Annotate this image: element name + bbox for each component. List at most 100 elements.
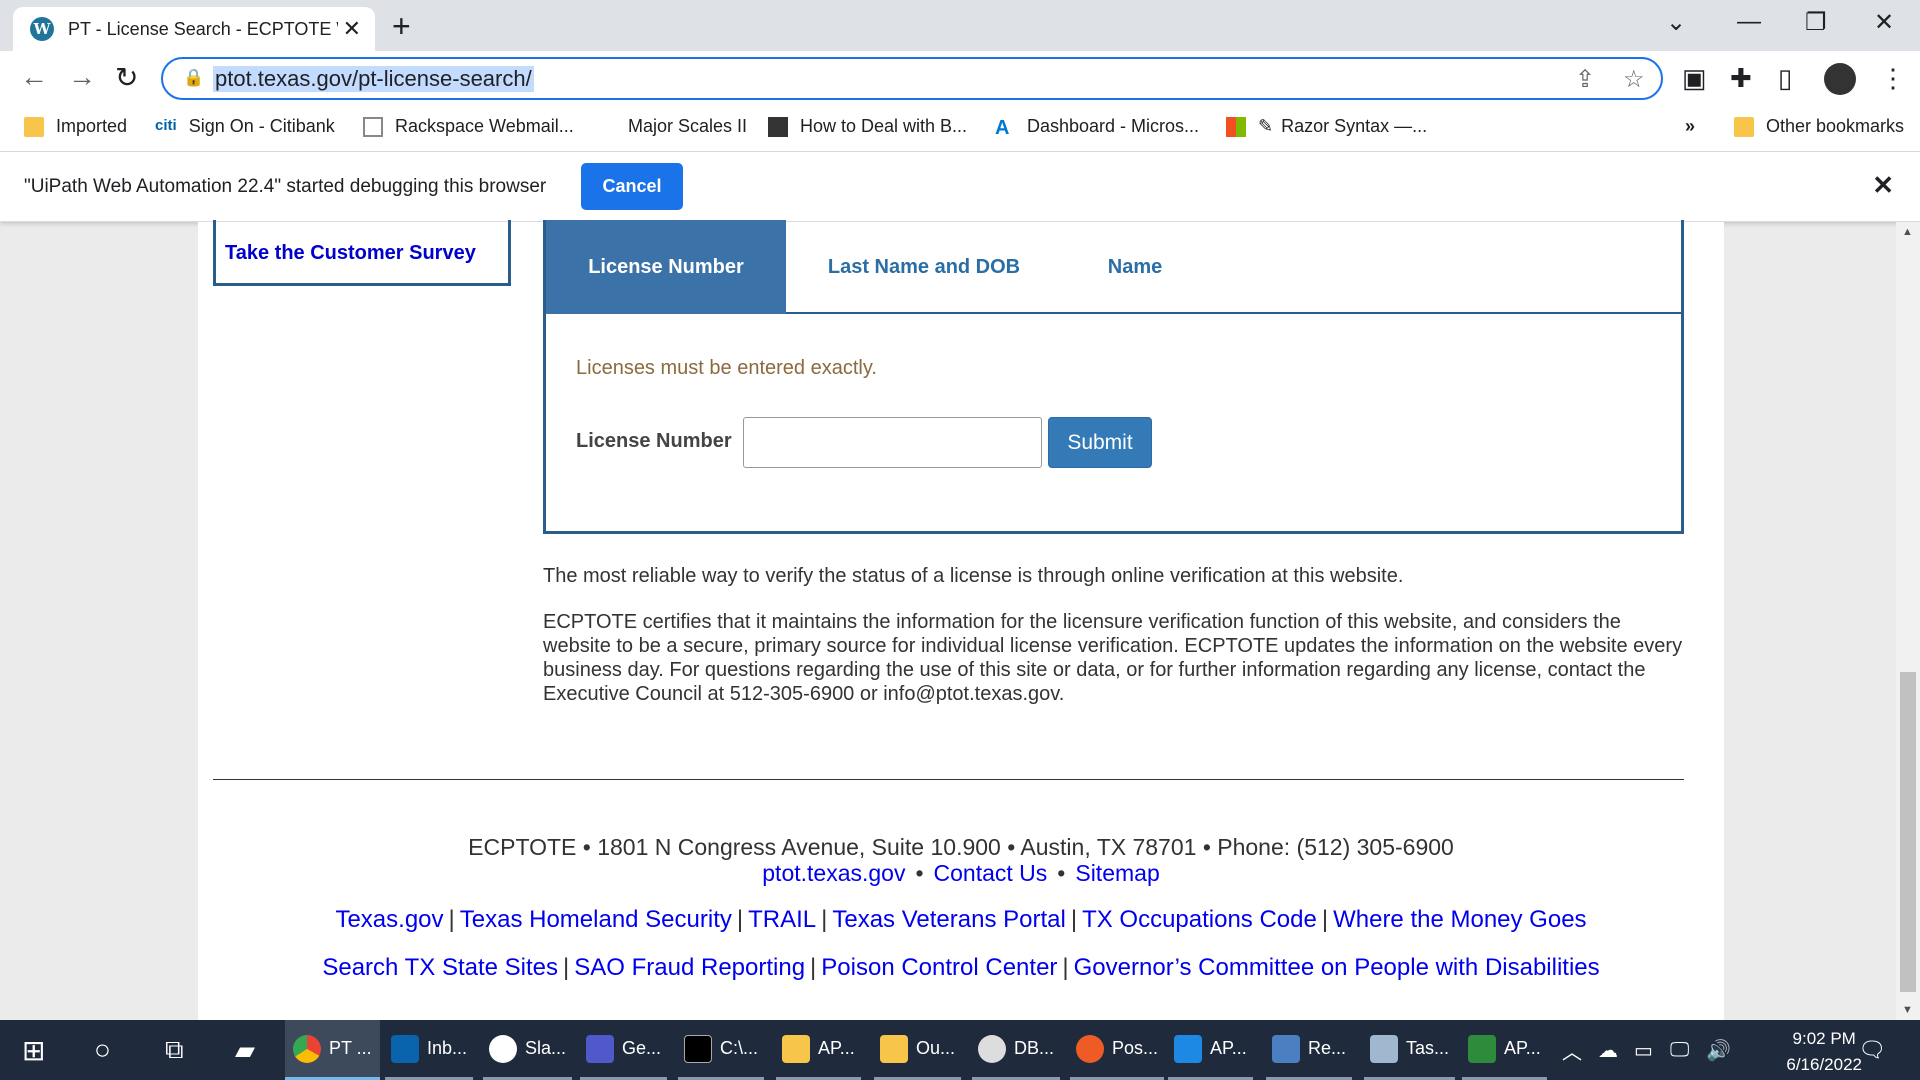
onedrive-icon[interactable]: ☁ (1598, 1020, 1618, 1080)
taskbar-item-db[interactable]: DB... (972, 1020, 1061, 1080)
taskbar-label: Inb... (427, 1038, 468, 1058)
bookmark-major-scales[interactable]: Major Scales II (628, 116, 747, 137)
taskbar-item-remote[interactable]: Re... (1266, 1020, 1353, 1080)
license-number-input[interactable] (743, 417, 1042, 468)
restore-button[interactable]: ❐ (1805, 8, 1827, 37)
submit-button[interactable]: Submit (1048, 417, 1152, 468)
scroll-thumb[interactable] (1900, 672, 1916, 992)
footer-link[interactable]: TX Occupations Code (1082, 906, 1317, 933)
lock-icon[interactable]: 🔒 (183, 68, 204, 88)
close-icon[interactable]: ✕ (1872, 170, 1894, 201)
browser-tab[interactable]: W PT - License Search - ECPTOTE W ✕ (13, 7, 375, 51)
system-clock[interactable]: 9:02 PM 6/16/2022 (1786, 1026, 1862, 1078)
side-panel-icon[interactable]: ▯ (1778, 63, 1792, 94)
outlook-icon (391, 1034, 419, 1063)
extension-icon[interactable]: ▣ (1682, 63, 1707, 94)
chrome-icon (293, 1034, 321, 1063)
profile-avatar[interactable] (1824, 63, 1856, 95)
clock-time: 9:02 PM (1792, 1029, 1856, 1048)
address-bar[interactable]: 🔒 ptot.texas.gov/pt-license-search/ ⇪ ☆ (161, 57, 1663, 100)
bookmark-dashboard[interactable]: A Dashboard - Micros... (995, 116, 1199, 139)
taskbar-item-cmd[interactable]: C:\... (678, 1020, 765, 1080)
bookmark-razor-syntax[interactable]: ✎ Razor Syntax —... (1226, 116, 1427, 137)
microsoft-icon (1226, 116, 1246, 137)
close-window-button[interactable]: ✕ (1874, 8, 1894, 37)
taskbar-item-task-manager[interactable]: Tas... (1364, 1020, 1456, 1080)
desktop-app-icon[interactable]: ▰ (235, 1020, 255, 1080)
bookmark-label: Major Scales II (628, 116, 748, 136)
volume-icon[interactable]: 🔊 (1706, 1020, 1731, 1080)
footer-link[interactable]: Where the Money Goes (1333, 906, 1586, 933)
studio-icon (1174, 1034, 1202, 1063)
notifications-icon[interactable]: 🗨 (1858, 1020, 1886, 1080)
footer-link-ptot[interactable]: ptot.texas.gov (762, 860, 905, 886)
taskbar-label: AP... (1504, 1038, 1541, 1058)
taskbar-item-assistant[interactable]: AP... (1462, 1020, 1547, 1080)
taskbar-item-chrome[interactable]: PT ... (285, 1020, 380, 1080)
scroll-up-arrow-icon[interactable]: ▲ (1902, 226, 1913, 238)
bookmark-other[interactable]: Other bookmarks (1734, 116, 1904, 137)
task-view-icon[interactable]: ⧉ (165, 1020, 184, 1080)
taskbar-item-teams[interactable]: Ge... (580, 1020, 668, 1080)
taskbar-label: Pos... (1112, 1038, 1159, 1058)
taskbar-item-folder-ou[interactable]: Ou... (874, 1020, 962, 1080)
task-manager-icon (1370, 1034, 1398, 1063)
footer-link[interactable]: Texas.gov (335, 906, 443, 933)
network-icon[interactable]: 🖵 (1670, 1020, 1689, 1080)
footer-link[interactable]: Poison Control Center (821, 954, 1057, 981)
taskbar-item-postman[interactable]: Pos... (1070, 1020, 1165, 1080)
cancel-debugging-button[interactable]: Cancel (581, 163, 683, 210)
taskbar-label: AP... (818, 1038, 855, 1058)
footer-link[interactable]: SAO Fraud Reporting (574, 954, 805, 981)
footer-address: ECPTOTE • 1801 N Congress Avenue, Suite … (468, 834, 1454, 860)
search-icon[interactable]: ○ (94, 1020, 111, 1080)
dbeaver-icon (978, 1034, 1006, 1063)
footer-link[interactable]: Texas Veterans Portal (832, 906, 1065, 933)
tab-search-icon[interactable]: ⌄ (1666, 8, 1686, 37)
windows-start-icon[interactable]: ⊞ (22, 1020, 45, 1080)
taskbar-item-ap-studio[interactable]: AP... (1168, 1020, 1253, 1080)
minimize-button[interactable]: — (1737, 8, 1761, 36)
footer-link-contact[interactable]: Contact Us (934, 860, 1048, 886)
clock-date: 6/16/2022 (1786, 1055, 1862, 1074)
bookmarks-bar: Imported citi Sign On - Citibank Rackspac… (0, 106, 1920, 152)
customer-survey-link[interactable]: Take the Customer Survey (225, 242, 476, 265)
tab-name[interactable]: Name (1062, 220, 1208, 314)
footer-link-sitemap[interactable]: Sitemap (1075, 860, 1159, 886)
bookmark-imported[interactable]: Imported (24, 116, 127, 137)
verification-paragraph: The most reliable way to verify the stat… (543, 565, 1404, 587)
footer-link[interactable]: Governor’s Committee on People with Disa… (1074, 954, 1600, 981)
forward-button[interactable]: → (68, 61, 96, 93)
puzzle-extensions-icon[interactable]: ✚ (1730, 63, 1752, 94)
bookmark-rackspace[interactable]: Rackspace Webmail... (363, 116, 574, 137)
close-tab-icon[interactable]: ✕ (343, 16, 361, 42)
taskbar-label: C:\... (720, 1038, 759, 1058)
share-icon[interactable]: ⇪ (1575, 65, 1595, 94)
taskbar-label: Tas... (1406, 1038, 1450, 1058)
bookmark-citibank[interactable]: citi Sign On - Citibank (155, 116, 335, 137)
bookmark-label: How to Deal with B... (800, 116, 968, 136)
back-button[interactable]: ← (20, 61, 48, 93)
bookmark-star-icon[interactable]: ☆ (1623, 65, 1645, 94)
taskbar-item-slack[interactable]: Sla... (483, 1020, 573, 1080)
scroll-down-arrow-icon[interactable]: ▼ (1902, 1004, 1913, 1016)
footer-link[interactable]: TRAIL (748, 906, 816, 933)
tab-license-number[interactable]: License Number (546, 220, 786, 314)
bookmarks-overflow[interactable]: » (1685, 116, 1695, 137)
customer-survey-box: Take the Customer Survey (213, 220, 511, 286)
taskbar-item-folder-ap[interactable]: AP... (776, 1020, 861, 1080)
taskbar-item-outlook[interactable]: Inb... (385, 1020, 474, 1080)
page-scrollbar[interactable]: ▲ ▼ (1896, 222, 1920, 1020)
battery-icon[interactable]: ▭ (1634, 1020, 1653, 1080)
tray-chevron-icon[interactable]: ︿ (1562, 1020, 1582, 1080)
tab-last-name-dob[interactable]: Last Name and DOB (786, 220, 1062, 314)
teams-icon (586, 1034, 614, 1063)
new-tab-button[interactable]: + (392, 8, 411, 45)
footer-link[interactable]: Search TX State Sites (322, 954, 558, 981)
footer-link[interactable]: Texas Homeland Security (460, 906, 732, 933)
bookmark-how-to-deal[interactable]: How to Deal with B... (768, 116, 967, 137)
reload-button[interactable]: ↻ (115, 61, 138, 94)
bookmark-label: Razor Syntax —... (1281, 116, 1428, 136)
menu-icon[interactable]: ⋮ (1880, 63, 1906, 94)
url-text[interactable]: ptot.texas.gov/pt-license-search/ (213, 66, 534, 92)
